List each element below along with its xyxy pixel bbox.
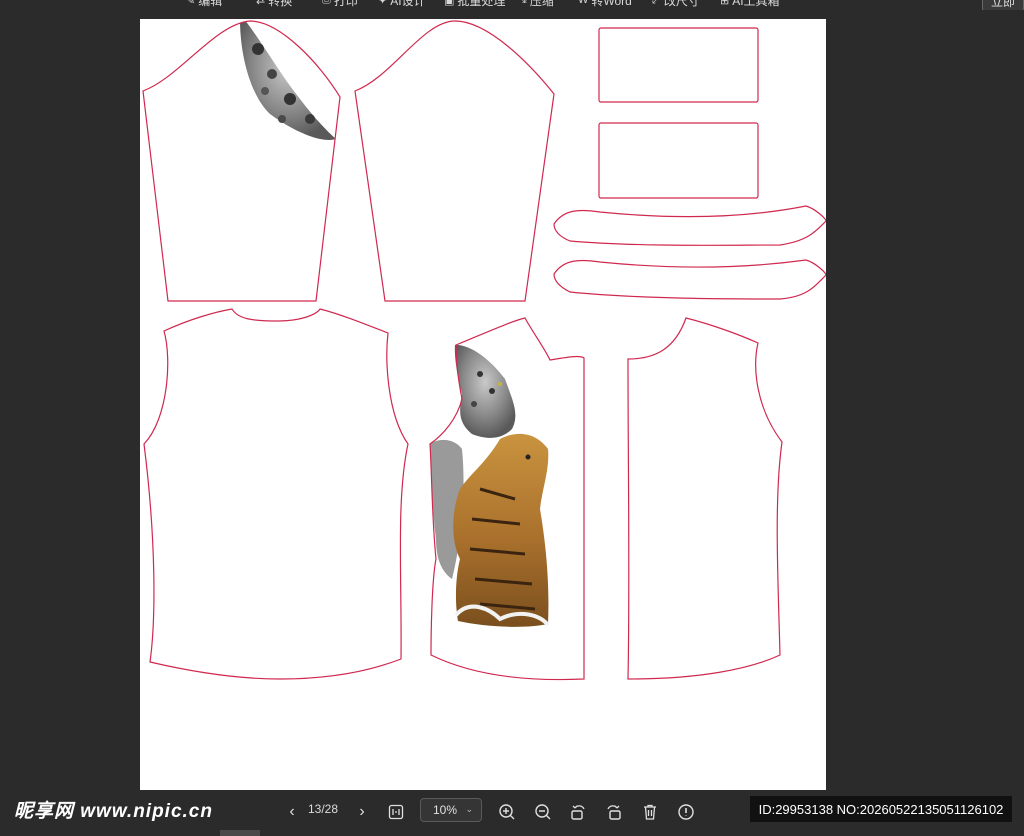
toolbar-ai-design[interactable]: ✦ AI设计 (378, 0, 426, 8)
page-indicator: 13/28 (308, 802, 339, 816)
top-toolbar: ✎编辑 ⇄转换 ⎙打印 ✦AI设计 ▣批量处理 ⤓压缩 W转Word ⤢改尺寸 … (0, 0, 1024, 10)
toolbar-resize[interactable]: ⤢改尺寸 (652, 0, 700, 8)
edit-icon: ✎ (186, 0, 196, 7)
delete-button[interactable] (638, 800, 662, 824)
compress-icon: ⤓ (522, 0, 527, 7)
pattern-rect-top (598, 27, 759, 103)
word-icon: W (578, 0, 589, 6)
chevron-right-icon: › (359, 803, 365, 820)
collar-strip-upper (553, 205, 826, 246)
info-button[interactable] (674, 800, 698, 824)
zoom-out-button[interactable] (531, 800, 555, 824)
back-panel (143, 308, 409, 680)
convert-icon: ⇄ (256, 0, 266, 7)
document-page (140, 19, 826, 790)
info-icon (678, 804, 694, 820)
toolbar-edit[interactable]: ✎ 编辑 (186, 0, 222, 8)
toolbar-right-button[interactable]: 立即 (981, 0, 1024, 10)
rotate-right-button[interactable] (602, 800, 626, 824)
horizontal-scrollbar[interactable] (220, 830, 260, 836)
toolbar-to-word[interactable]: W 转Word (578, 0, 632, 8)
ai-toolbox-icon: ⊞ (720, 0, 730, 7)
watermark-logo: 昵享网 www.nipic.cn (14, 801, 213, 822)
toolbar-batch[interactable]: ▣ 批量处理 (444, 0, 505, 8)
fit-page-button[interactable] (384, 800, 408, 824)
chevron-left-icon: ‹ (289, 803, 295, 820)
next-page-button[interactable]: › (350, 800, 374, 824)
toolbar-print[interactable]: ⎙打印 (322, 0, 358, 8)
rotate-left-button[interactable] (566, 800, 590, 824)
resize-icon: ⤢ (652, 0, 661, 7)
collar-strip-lower (553, 259, 826, 300)
zoom-select[interactable]: 10% ⌄ (420, 798, 482, 822)
trash-icon (644, 804, 656, 820)
print-icon: ⎙ (322, 0, 331, 7)
sleeve-left (142, 20, 341, 302)
toolbar-ai-toolbox[interactable]: ⊞ AI工具箱 (720, 0, 780, 8)
front-panel-left (429, 317, 585, 681)
chevron-down-icon: ⌄ (465, 804, 473, 814)
toolbar-compress[interactable]: ⤓压缩 (522, 0, 554, 8)
toolbar-convert[interactable]: ⇄ 转换 (256, 0, 292, 8)
rotate-right-icon (607, 805, 621, 820)
fit-page-icon (388, 804, 404, 820)
batch-icon: ▣ (444, 0, 455, 7)
zoom-value: 10% (433, 803, 458, 817)
front-panel-right (627, 317, 783, 680)
ai-design-icon: ✦ (378, 0, 388, 7)
pattern-drawing (142, 20, 826, 681)
zoom-in-icon (499, 804, 515, 820)
pattern-rect-middle (598, 122, 759, 199)
zoom-in-button[interactable] (495, 800, 519, 824)
prev-page-button[interactable]: ‹ (280, 800, 304, 824)
watermark-id: ID:29953138 NO:20260522135051126102 (750, 796, 1012, 822)
rotate-left-icon (571, 805, 585, 820)
sleeve-right (354, 20, 555, 302)
zoom-out-icon (535, 804, 551, 820)
